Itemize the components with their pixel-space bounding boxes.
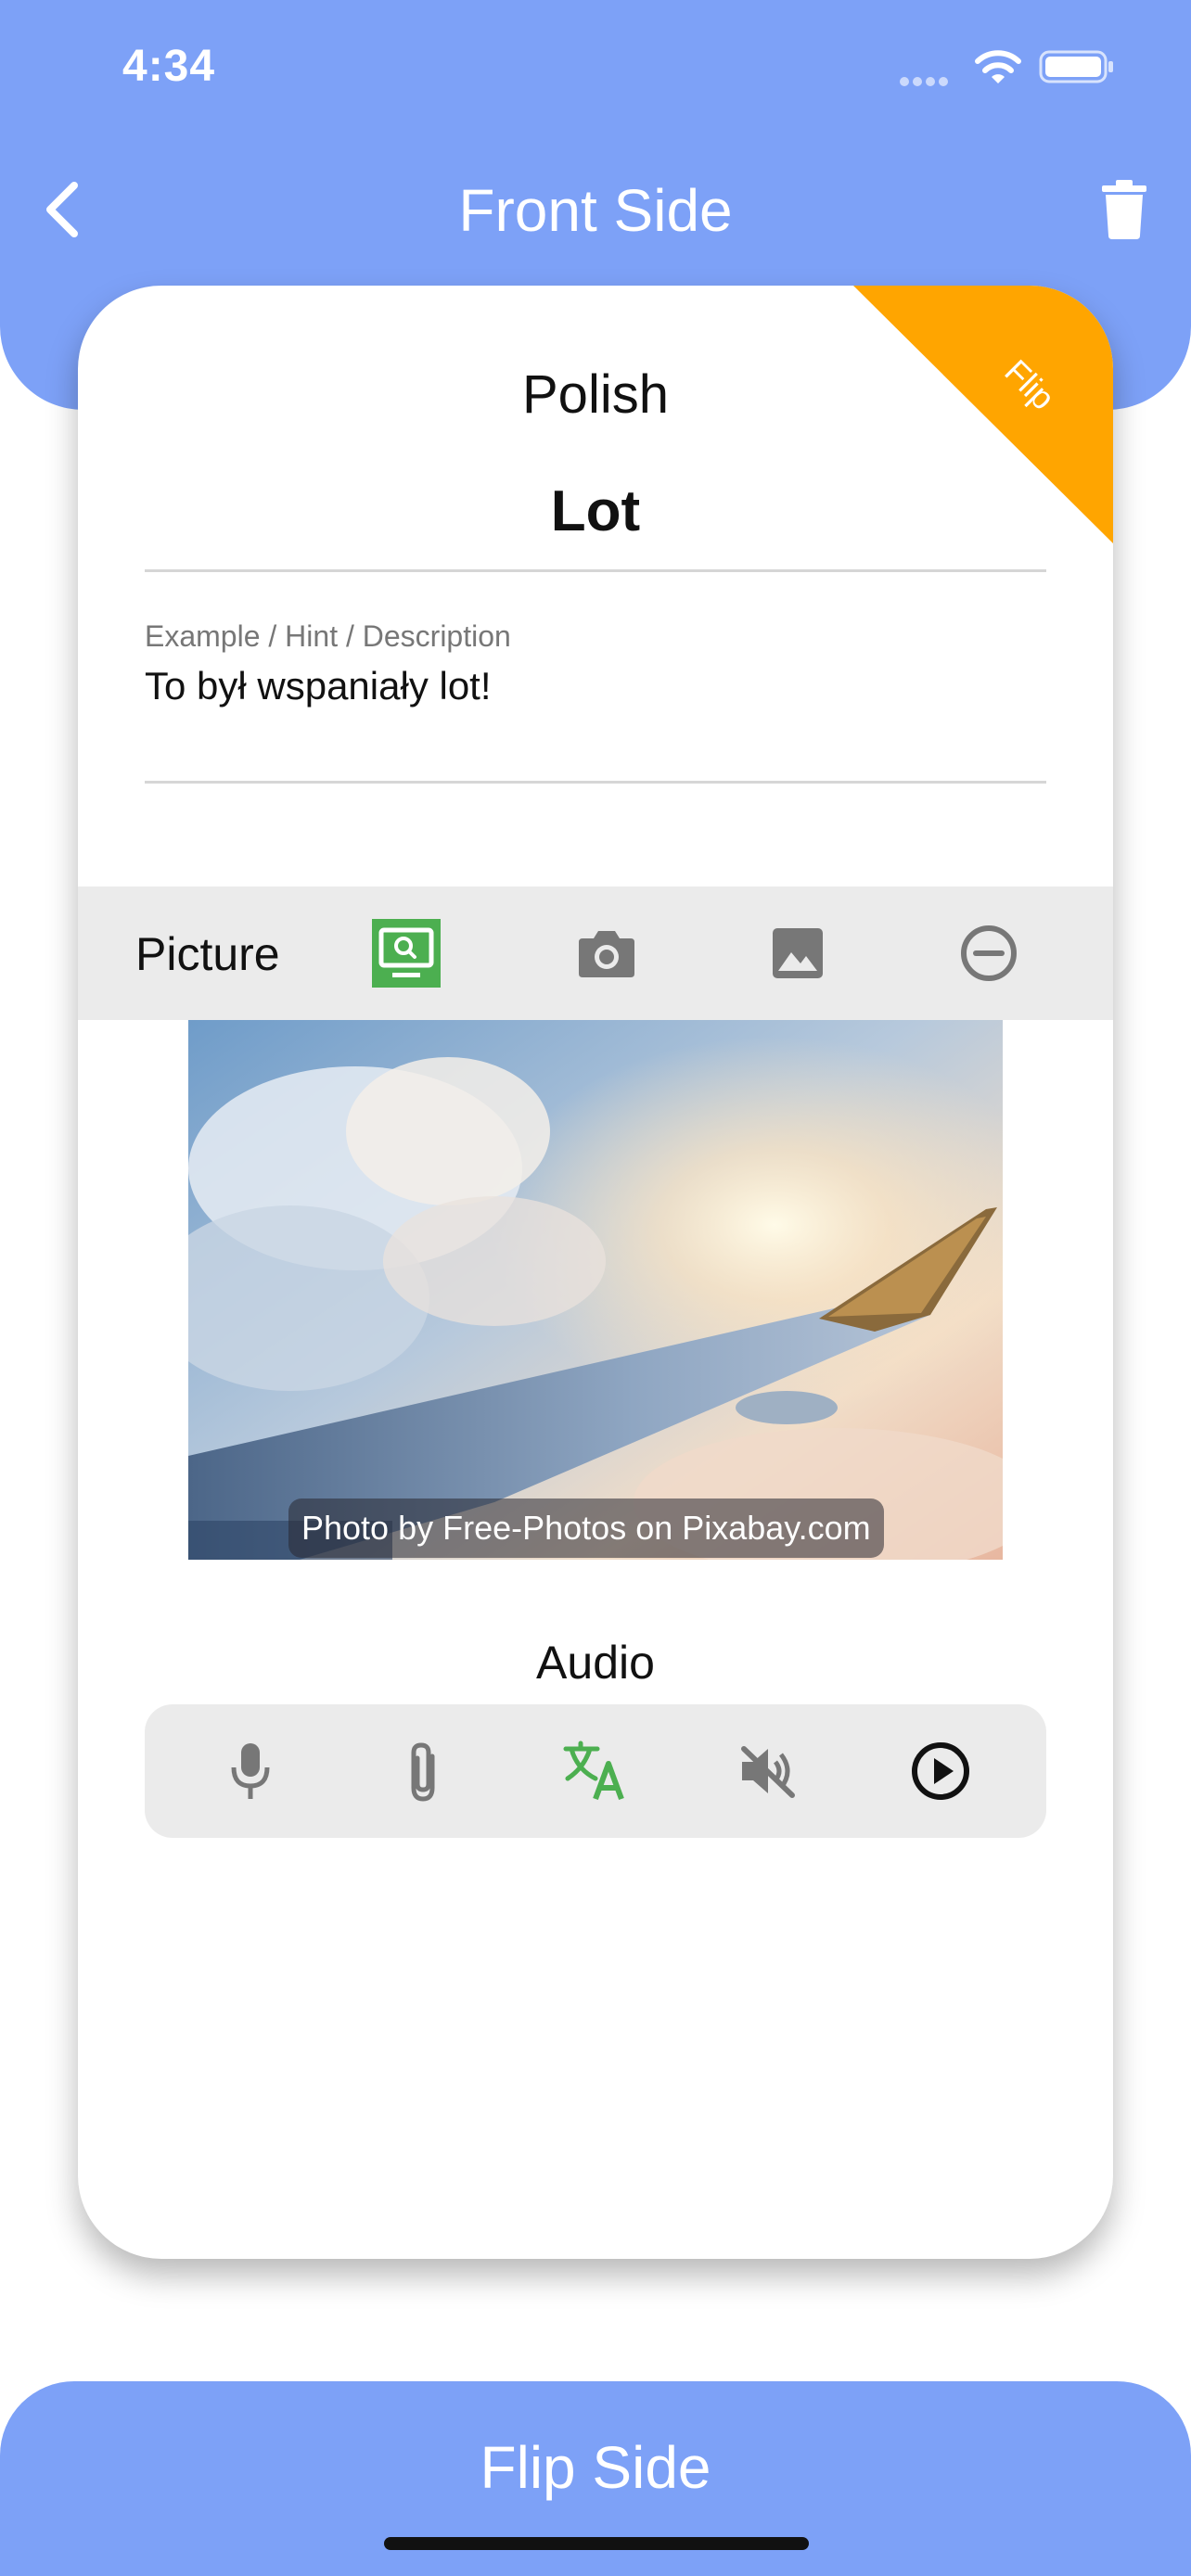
attach-audio-button[interactable]: [384, 1732, 462, 1810]
flashcard: Flip Polish Lot Example / Hint / Descrip…: [78, 286, 1113, 2259]
record-audio-button[interactable]: [211, 1732, 289, 1810]
remove-picture-button[interactable]: [950, 914, 1028, 992]
trash-icon: [1102, 180, 1146, 239]
home-indicator: [384, 2537, 809, 2550]
image-search-icon: [372, 919, 441, 988]
mute-button[interactable]: [729, 1732, 807, 1810]
word-underline: [145, 569, 1046, 572]
delete-button[interactable]: [1098, 180, 1150, 239]
gallery-button[interactable]: [759, 914, 837, 992]
paperclip-icon: [411, 1742, 435, 1802]
play-circle-icon: [912, 1742, 969, 1800]
remove-icon: [961, 925, 1017, 981]
battery-icon: [1039, 50, 1113, 83]
audio-label: Audio: [536, 1637, 655, 1689]
word-field[interactable]: Lot: [78, 478, 1113, 544]
gallery-icon: [773, 928, 823, 978]
image-search-button[interactable]: [367, 914, 445, 992]
camera-button[interactable]: [568, 914, 646, 992]
hint-underline: [145, 781, 1046, 784]
microphone-icon: [231, 1743, 270, 1799]
flip-side-label: Flip Side: [480, 2434, 711, 2501]
language-label: Polish: [522, 364, 669, 425]
flip-side-button[interactable]: Flip Side: [0, 2381, 1191, 2576]
hint-field[interactable]: To był wspaniały lot!: [145, 664, 492, 708]
card-photo: Photo by Free-Photos on Pixabay.com: [188, 1020, 1003, 1560]
camera-icon: [579, 931, 634, 977]
photo-credit[interactable]: Photo by Free-Photos on Pixabay.com: [288, 1498, 884, 1558]
status-time: 4:34: [122, 42, 216, 91]
cellular-signal-icon: [900, 74, 952, 91]
page-title: Front Side: [458, 177, 733, 244]
translate-icon: [563, 1741, 624, 1801]
volume-off-icon: [741, 1746, 795, 1798]
picture-toolbar: Picture: [78, 886, 1113, 1020]
text-to-speech-button[interactable]: [557, 1732, 634, 1810]
play-audio-button[interactable]: [902, 1732, 980, 1810]
hint-field-label: Example / Hint / Description: [145, 619, 511, 653]
picture-label: Picture: [135, 928, 280, 980]
wifi-icon: [975, 50, 1021, 83]
audio-toolbar: [145, 1704, 1046, 1838]
